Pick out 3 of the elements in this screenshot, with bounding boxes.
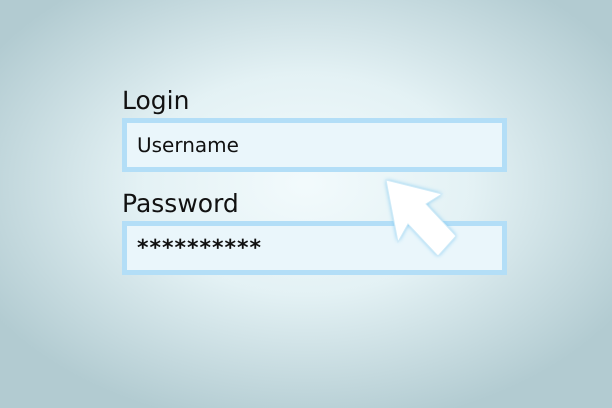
field-label: Password (122, 188, 239, 220)
username-field[interactable]: Username (122, 118, 507, 172)
login-title: Login (122, 85, 190, 117)
